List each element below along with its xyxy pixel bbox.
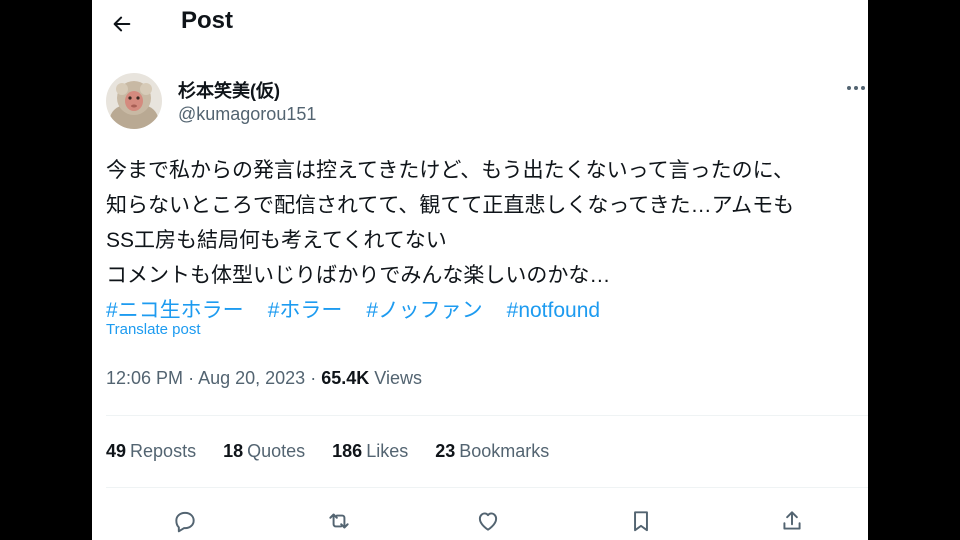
more-options-button[interactable]	[844, 76, 868, 100]
bookmarks-stat[interactable]: 23 Bookmarks	[435, 441, 549, 462]
arrow-left-icon	[111, 13, 133, 35]
like-button[interactable]	[471, 504, 505, 538]
display-name[interactable]: 杉本笑美(仮)	[178, 77, 280, 103]
divider	[106, 415, 868, 416]
like-icon	[475, 508, 501, 534]
avatar[interactable]	[106, 73, 162, 129]
post-text-line: 知らないところで配信されてて、観てて正直悲しくなってきた…アムモも	[106, 194, 795, 217]
share-icon	[779, 508, 805, 534]
post-time[interactable]: 12:06 PM	[106, 368, 183, 388]
repost-button[interactable]	[322, 504, 356, 538]
engagement-stats: 49 Reposts 18 Quotes 186 Likes 23 Bookmarks	[106, 441, 549, 462]
share-button[interactable]	[775, 504, 809, 538]
page-title: Post	[181, 7, 234, 34]
meta-separator: ·	[188, 368, 195, 388]
views-count: 65.4K	[321, 368, 370, 388]
repost-icon	[326, 508, 352, 534]
page-header: Post	[92, 0, 868, 48]
views-label: Views	[374, 368, 422, 388]
bookmark-button[interactable]	[624, 504, 658, 538]
post-page: Post 杉本笑美(仮) @kumagorou151 今まで私からの発言は控えて…	[92, 0, 868, 540]
more-icon	[846, 85, 866, 91]
meta-separator: ·	[310, 368, 317, 388]
hashtag-list: #ニコ生ホラー #ホラー #ノッファン #notfound	[106, 293, 866, 328]
divider	[106, 487, 868, 488]
action-bar	[92, 502, 868, 540]
post-text-line: SS工房も結局何も考えてくれてない	[106, 229, 447, 252]
likes-stat[interactable]: 186 Likes	[332, 441, 408, 462]
hashtag-link[interactable]: #notfound	[507, 293, 600, 328]
quotes-stat[interactable]: 18 Quotes	[223, 441, 305, 462]
post-text-line: コメントも体型いじりばかりでみんな楽しいのかな…	[106, 264, 611, 287]
hashtag-link[interactable]: #ホラー	[268, 293, 343, 328]
bookmark-icon	[628, 508, 654, 534]
reply-icon	[172, 508, 198, 534]
post-date[interactable]: Aug 20, 2023	[198, 368, 305, 388]
reply-button[interactable]	[168, 504, 202, 538]
post-text-line: 今まで私からの発言は控えてきたけど、もう出たくないって言ったのに、	[106, 159, 794, 182]
post-text: 今まで私からの発言は控えてきたけど、もう出たくないって言ったのに、 知らないとこ…	[106, 153, 866, 328]
post-meta: 12:06 PM · Aug 20, 2023 · 65.4K Views	[106, 368, 422, 389]
hashtag-link[interactable]: #ノッファン	[366, 293, 482, 328]
translate-post-link[interactable]: Translate post	[106, 321, 201, 338]
reposts-stat[interactable]: 49 Reposts	[106, 441, 196, 462]
back-button[interactable]	[106, 8, 138, 40]
user-handle[interactable]: @kumagorou151	[178, 104, 316, 125]
